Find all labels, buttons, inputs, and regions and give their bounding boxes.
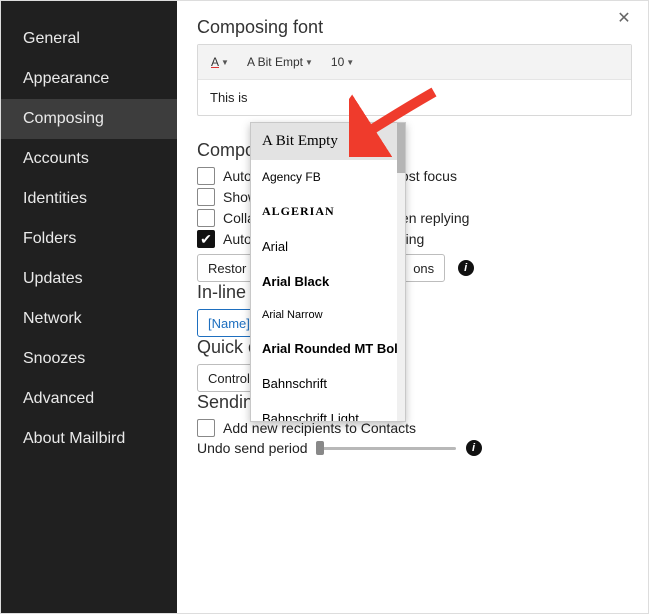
option-label-tail: lost focus	[398, 168, 457, 184]
info-icon[interactable]: i	[466, 440, 482, 456]
sidebar-item-folders[interactable]: Folders	[1, 219, 177, 259]
sidebar-item-snoozes[interactable]: Snoozes	[1, 339, 177, 379]
settings-content: Composing font A ▼ A Bit Empt ▼ 10 ▼ Thi…	[177, 1, 649, 613]
restore-button[interactable]: Restor	[197, 254, 257, 282]
font-option[interactable]: Arial	[251, 229, 405, 264]
sidebar-item-about[interactable]: About Mailbird	[1, 419, 177, 459]
checkbox[interactable]	[197, 167, 215, 185]
font-option[interactable]: Arial Narrow	[251, 299, 405, 331]
caret-icon: ▼	[305, 58, 313, 67]
font-option[interactable]: Arial Rounded MT Bold	[251, 331, 405, 366]
sidebar-item-composing[interactable]: Composing	[1, 99, 177, 139]
undo-send-label: Undo send period	[197, 440, 308, 456]
font-option[interactable]: Arial Black	[251, 264, 405, 299]
font-size-dropdown[interactable]: 10 ▼	[324, 49, 361, 75]
sidebar-item-accounts[interactable]: Accounts	[1, 139, 177, 179]
undo-send-row: Undo send period i	[197, 440, 632, 456]
font-toolbar: A ▼ A Bit Empt ▼ 10 ▼	[198, 45, 631, 80]
checkbox[interactable]	[197, 209, 215, 227]
caret-icon: ▼	[346, 58, 354, 67]
info-icon[interactable]: i	[458, 260, 474, 276]
options-button[interactable]: ons	[402, 254, 445, 282]
font-option[interactable]: Bahnschrift Light	[251, 401, 405, 422]
font-color-button[interactable]: A ▼	[204, 49, 236, 75]
font-family-selected: A Bit Empt	[247, 55, 303, 69]
undo-send-slider[interactable]	[316, 440, 456, 456]
scrollbar[interactable]	[397, 123, 405, 421]
sidebar-item-updates[interactable]: Updates	[1, 259, 177, 299]
sidebar-item-advanced[interactable]: Advanced	[1, 379, 177, 419]
checkbox[interactable]: ✔	[197, 230, 215, 248]
option-label: Auto	[223, 168, 252, 184]
font-settings-box: A ▼ A Bit Empt ▼ 10 ▼ This is	[197, 44, 632, 116]
option-label: Auto	[223, 231, 252, 247]
sidebar-item-appearance[interactable]: Appearance	[1, 59, 177, 99]
caret-icon: ▼	[221, 58, 229, 67]
font-family-dropdown[interactable]: A Bit Empt ▼	[240, 49, 320, 75]
option-label-tail: en replying	[401, 210, 470, 226]
sidebar-item-identities[interactable]: Identities	[1, 179, 177, 219]
checkbox[interactable]	[197, 188, 215, 206]
font-size-selected: 10	[331, 55, 344, 69]
section-title-composing-font: Composing font	[197, 17, 632, 38]
option-label: Add new recipients to Contacts	[223, 420, 416, 436]
checkbox[interactable]	[197, 419, 215, 437]
scrollbar-thumb[interactable]	[397, 123, 405, 173]
font-preview-text: This is	[198, 80, 631, 115]
sidebar-item-network[interactable]: Network	[1, 299, 177, 339]
font-option[interactable]: A Bit Empty	[251, 123, 405, 160]
settings-sidebar: General Appearance Composing Accounts Id…	[1, 1, 177, 613]
font-option[interactable]: Bahnschrift	[251, 366, 405, 401]
sidebar-item-general[interactable]: General	[1, 19, 177, 59]
font-color-glyph: A	[211, 55, 219, 69]
font-option[interactable]: ALGERIAN	[251, 194, 405, 229]
font-family-dropdown-list[interactable]: A Bit EmptyAgency FBALGERIANArialArial B…	[250, 122, 406, 422]
font-option[interactable]: Agency FB	[251, 160, 405, 194]
